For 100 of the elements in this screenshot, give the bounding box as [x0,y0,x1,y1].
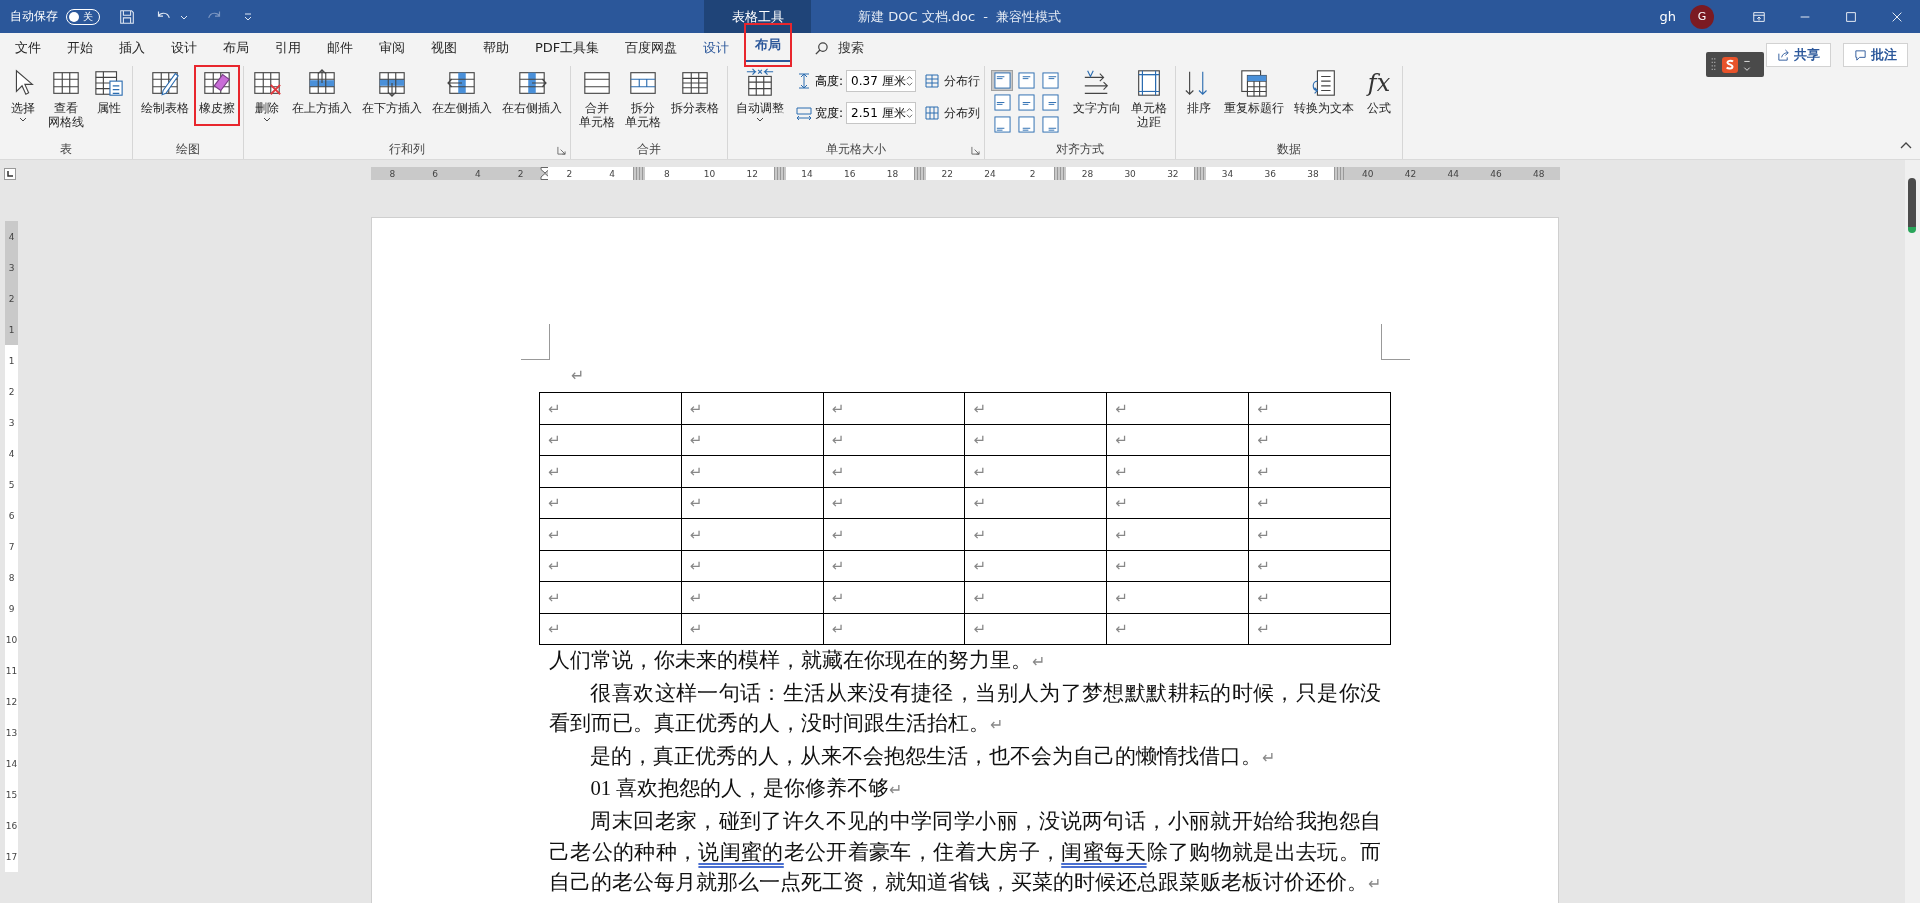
ribbon-button[interactable]: 查看 网格线 [44,66,88,131]
table-cell[interactable]: ↵ [823,487,965,519]
table-cell[interactable]: ↵ [823,518,965,550]
ribbon-button[interactable]: 分布列 [924,100,981,126]
table-cell[interactable]: ↵ [965,518,1107,550]
table-cell[interactable]: ↵ [965,581,1107,613]
align-button[interactable] [1015,92,1038,113]
table-cell[interactable]: ↵ [1106,550,1249,582]
table-cell[interactable]: ↵ [1106,518,1249,550]
table-cell[interactable]: ↵ [965,550,1107,582]
table-cell[interactable]: ↵ [681,455,824,487]
ribbon-button[interactable]: 合并 单元格 [575,66,619,131]
ribbon-button[interactable]: 单元格 边距 [1127,66,1172,131]
ribbon-button[interactable]: 选择 [4,66,42,125]
ribbon-button[interactable]: fx 公式 [1360,66,1399,117]
table-cell[interactable]: ↵ [965,455,1107,487]
size-input[interactable]: 2.51 厘米 [846,102,917,124]
save-icon[interactable] [118,7,136,26]
search-icon[interactable] [814,40,830,56]
table-cell[interactable]: ↵ [823,613,965,645]
align-button[interactable] [1039,70,1062,91]
table-cell[interactable]: ↵ [823,424,965,456]
table-cell[interactable]: ↵ [1248,581,1391,613]
align-button[interactable] [1015,70,1038,91]
table-cell[interactable]: ↵ [539,487,682,519]
column-marker[interactable] [1334,167,1347,180]
align-button[interactable] [1039,114,1062,135]
table-cell[interactable]: ↵ [681,581,824,613]
table-cell[interactable]: ↵ [539,518,682,550]
table-cell[interactable]: ↵ [681,518,824,550]
ribbon-tab[interactable]: 审阅 [366,33,418,63]
table-cell[interactable]: ↵ [681,424,824,456]
column-marker[interactable] [633,167,646,180]
align-button[interactable] [1039,92,1062,113]
table-cell[interactable]: ↵ [539,424,682,456]
ribbon-button[interactable]: 绘制表格 [137,66,193,117]
column-marker[interactable] [1054,167,1066,180]
ribbon-tab[interactable]: 设计 [690,33,743,63]
comments-button[interactable]: 批注 [1843,43,1908,67]
table-cell[interactable]: ↵ [1248,550,1391,582]
spinner-arrows-icon[interactable] [906,73,914,89]
table-cell[interactable]: ↵ [681,487,824,519]
ribbon-tab[interactable]: PDF工具集 [522,33,613,63]
table-cell[interactable]: ↵ [539,392,682,424]
ribbon-button[interactable]: 在下方插入 [358,66,426,117]
ribbon-tab[interactable]: 邮件 [314,33,366,63]
ribbon-button[interactable]: 排序 [1180,66,1219,117]
dialog-launcher-icon[interactable] [971,146,981,155]
vertical-scrollbar[interactable] [1905,160,1920,903]
table-cell[interactable]: ↵ [1106,392,1249,424]
table-cell[interactable]: ↵ [1248,455,1391,487]
table-cell[interactable]: ↵ [539,455,682,487]
ribbon-button[interactable]: 删除 [248,66,286,125]
table-cell[interactable]: ↵ [823,392,965,424]
table-cell[interactable]: ↵ [1106,424,1249,456]
horizontal-ruler[interactable]: 8 6 4 2 2 4 8 10 12 14 16 18 22 24 2 28 30 32 34 36 38 40 42 44 46 48 [371,167,1560,180]
grip-icon[interactable] [1710,56,1717,73]
table-cell[interactable]: ↵ [1106,487,1249,519]
table-cell[interactable]: ↵ [1248,518,1391,550]
table-cell[interactable]: ↵ [1106,613,1249,645]
search-label[interactable]: 搜索 [838,39,865,57]
table-cell[interactable]: ↵ [965,487,1107,519]
ribbon-button[interactable]: 文字方向 [1069,66,1126,117]
table-cell[interactable]: ↵ [1106,455,1249,487]
share-button[interactable]: 共享 [1766,43,1831,67]
ribbon-button[interactable]: 在右侧插入 [498,66,566,117]
size-input[interactable]: 0.37 厘米 [846,70,917,92]
input-method-toolbar[interactable] [1706,52,1764,77]
table-cell[interactable]: ↵ [681,550,824,582]
ribbon-button[interactable]: 在上方插入 [288,66,356,117]
ribbon-tab[interactable]: 视图 [418,33,470,63]
table-cell[interactable]: ↵ [539,550,682,582]
table-cell[interactable]: ↵ [1248,613,1391,645]
ribbon-button[interactable]: 转换为文本 [1290,66,1359,117]
table-cell[interactable]: ↵ [823,581,965,613]
table-cell[interactable]: ↵ [823,455,965,487]
table-cell[interactable]: ↵ [1248,487,1391,519]
align-button[interactable] [991,92,1014,113]
table-cell[interactable]: ↵ [539,581,682,613]
table-cell[interactable]: ↵ [965,613,1107,645]
ribbon-tab[interactable]: 插入 [106,33,158,63]
ribbon-tab[interactable]: 百度网盘 [612,33,691,63]
ribbon-tab[interactable]: 文件 [2,33,54,63]
ribbon-tab[interactable]: 引用 [262,33,314,63]
ribbon-button[interactable]: 分布行 [924,68,981,94]
ribbon-button[interactable]: 拆分表格 [667,66,723,117]
align-button[interactable] [1015,114,1038,135]
align-button[interactable] [991,114,1014,135]
table-cell[interactable]: ↵ [1248,392,1391,424]
table-cell[interactable]: ↵ [965,424,1107,456]
input-method-logo[interactable] [1721,55,1739,74]
table-cell[interactable]: ↵ [681,392,824,424]
spinner-arrows-icon[interactable] [906,105,914,121]
vertical-ruler[interactable]: 4 3 2 1 1 2 3 4 5 6 7 8 9 10 11 12 13 14 15 16 17 [5,221,18,872]
ribbon-button[interactable]: 重复标题行 [1220,66,1289,117]
align-button[interactable] [991,70,1014,91]
table-cell[interactable]: ↵ [1248,424,1391,456]
ribbon-button[interactable]: 拆分 单元格 [621,66,665,131]
ribbon-button[interactable]: 自动调整 [732,66,788,125]
table-cell[interactable]: ↵ [539,613,682,645]
